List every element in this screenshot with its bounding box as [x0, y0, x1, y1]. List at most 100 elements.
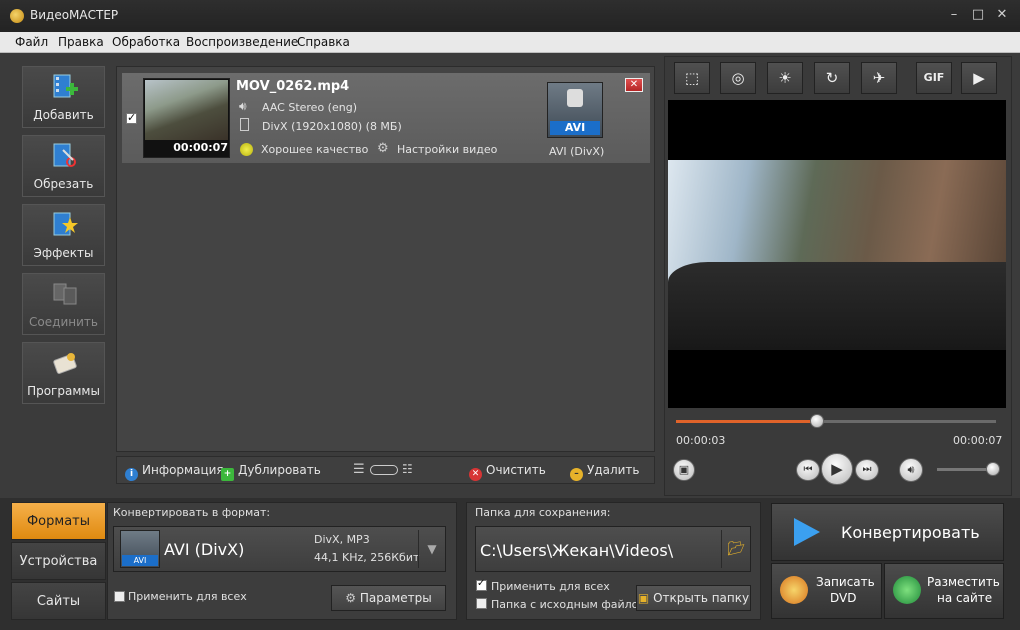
- menu-file[interactable]: Файл: [15, 35, 48, 49]
- file-checkbox[interactable]: ✓: [126, 111, 137, 124]
- format-audio: 44,1 KHz, 256Кбит: [314, 551, 420, 564]
- format-select[interactable]: [113, 526, 446, 572]
- add-film-icon: [53, 74, 78, 98]
- globe-icon: [893, 576, 921, 604]
- slideshow-icon[interactable]: ▶: [961, 62, 997, 94]
- chevron-down-icon[interactable]: ▼: [418, 530, 445, 568]
- video-settings-link[interactable]: Настройки видео: [397, 143, 497, 156]
- prev-frame-icon[interactable]: ⏮: [796, 459, 820, 481]
- publish-web-button[interactable]: Разместить на сайте: [884, 563, 1004, 619]
- volume-icon[interactable]: 🔊︎: [899, 458, 923, 482]
- duplicate-button[interactable]: + Дублировать: [221, 463, 321, 481]
- grid-view-icon[interactable]: ☷: [402, 462, 413, 476]
- add-label: Добавить: [33, 108, 94, 122]
- open-folder-button[interactable]: ▣ Открыть папку: [636, 585, 751, 611]
- rotate-icon[interactable]: ↻: [814, 62, 850, 94]
- audio-info: AAC Stereo (eng): [262, 101, 357, 114]
- parameters-button[interactable]: ⚙ Параметры: [331, 585, 446, 611]
- total-time: 00:00:07: [953, 434, 1003, 447]
- menu-edit[interactable]: Правка: [58, 35, 104, 49]
- next-frame-icon[interactable]: ⏭: [855, 459, 879, 481]
- publish-web-line1: Разместить: [927, 575, 1000, 589]
- effects-label: Эффекты: [33, 246, 94, 260]
- minimize-icon[interactable]: –: [944, 6, 964, 24]
- programs-label: Программы: [27, 384, 100, 398]
- seek-handle[interactable]: [809, 414, 824, 428]
- info-label: Информация: [142, 463, 224, 477]
- burn-dvd-line1: Записать: [816, 575, 875, 589]
- list-view-icon[interactable]: ☰: [353, 462, 365, 477]
- open-folder-label: Открыть папку: [653, 591, 750, 605]
- duplicate-label: Дублировать: [238, 463, 321, 477]
- play-icon[interactable]: ▶: [821, 453, 853, 485]
- quality-link[interactable]: Хорошее качество: [261, 143, 368, 156]
- clear-icon: ✕: [469, 468, 482, 481]
- programs-button[interactable]: Программы: [22, 342, 105, 404]
- publish-web-line2: на сайте: [937, 591, 993, 605]
- convert-arrow-icon: [794, 518, 820, 546]
- crop-icon[interactable]: ⬚: [674, 62, 710, 94]
- film-strip-icon: [240, 118, 249, 131]
- clear-label: Очистить: [486, 463, 546, 477]
- tab-sites[interactable]: Сайты: [11, 582, 106, 620]
- format-select-badge: AVI: [122, 555, 158, 566]
- apply-all-format-label: Применить для всех: [128, 590, 247, 603]
- camera-icon: [567, 89, 583, 107]
- programs-icon: [53, 353, 77, 374]
- apply-all-folder-checkbox[interactable]: ✓: [476, 578, 487, 591]
- tab-formats[interactable]: Форматы: [11, 502, 106, 540]
- delete-button[interactable]: – Удалить: [570, 463, 640, 481]
- parameters-label: Параметры: [359, 591, 432, 605]
- format-name: AVI (DivX): [164, 540, 245, 559]
- stabilize-icon[interactable]: ◎: [720, 62, 756, 94]
- folder-browse-icon[interactable]: 📂︎: [721, 530, 750, 568]
- view-toggle[interactable]: [370, 465, 398, 475]
- gear-icon: ⚙: [377, 141, 389, 156]
- speed-icon[interactable]: ✈: [861, 62, 897, 94]
- format-label: AVI (DivX): [549, 145, 605, 158]
- burn-dvd-button[interactable]: Записать DVD: [771, 563, 882, 619]
- convert-format-label: Конвертировать в формат:: [113, 506, 271, 519]
- convert-label: Конвертировать: [841, 523, 980, 542]
- burn-dvd-line2: DVD: [830, 591, 857, 605]
- save-path: C:\Users\Жекан\Videos\: [480, 541, 674, 560]
- source-folder-label: Папка с исходным файлом: [491, 598, 647, 611]
- convert-button[interactable]: Конвертировать: [771, 503, 1004, 561]
- current-time: 00:00:03: [676, 434, 726, 447]
- menu-processing[interactable]: Обработка: [112, 35, 180, 49]
- format-badge[interactable]: AVI: [547, 82, 603, 138]
- remove-file-icon[interactable]: ✕: [625, 78, 643, 92]
- dvd-disc-icon: [780, 576, 808, 604]
- menu-playback[interactable]: Воспроизведение: [186, 35, 298, 49]
- duplicate-icon: +: [221, 468, 234, 481]
- format-badge-tag: AVI: [550, 121, 600, 135]
- join-button[interactable]: Соединить: [22, 273, 105, 335]
- source-folder-checkbox[interactable]: [476, 598, 487, 609]
- apply-all-format-checkbox[interactable]: [114, 591, 125, 602]
- clear-button[interactable]: ✕ Очистить: [469, 463, 546, 481]
- tab-devices[interactable]: Устройства: [11, 542, 106, 580]
- cut-button[interactable]: Обрезать: [22, 135, 105, 197]
- info-button[interactable]: i Информация: [125, 463, 224, 481]
- quality-icon: [240, 143, 253, 156]
- cut-label: Обрезать: [33, 177, 94, 191]
- apply-all-folder-label: Применить для всех: [491, 580, 610, 593]
- gif-icon[interactable]: GIF: [916, 62, 952, 94]
- info-icon: i: [125, 468, 138, 481]
- video-foreground: [668, 262, 1006, 350]
- snapshot-icon[interactable]: ▣: [673, 459, 695, 481]
- menu-help[interactable]: Справка: [297, 35, 350, 49]
- cut-film-icon: [53, 143, 76, 167]
- format-codec: DivX, MP3: [314, 533, 370, 546]
- gear-icon: ⚙: [345, 591, 357, 605]
- folder-icon: ▣: [637, 591, 650, 605]
- speaker-icon: 🔊︎: [239, 99, 247, 113]
- window-title: ВидеоМАСТЕР: [30, 8, 119, 22]
- join-label: Соединить: [29, 315, 98, 329]
- brightness-icon[interactable]: ☀: [767, 62, 803, 94]
- close-icon[interactable]: ✕: [992, 6, 1012, 24]
- effects-button[interactable]: Эффекты: [22, 204, 105, 266]
- add-button[interactable]: Добавить: [22, 66, 105, 128]
- maximize-icon[interactable]: □: [968, 6, 988, 24]
- delete-icon: –: [570, 468, 583, 481]
